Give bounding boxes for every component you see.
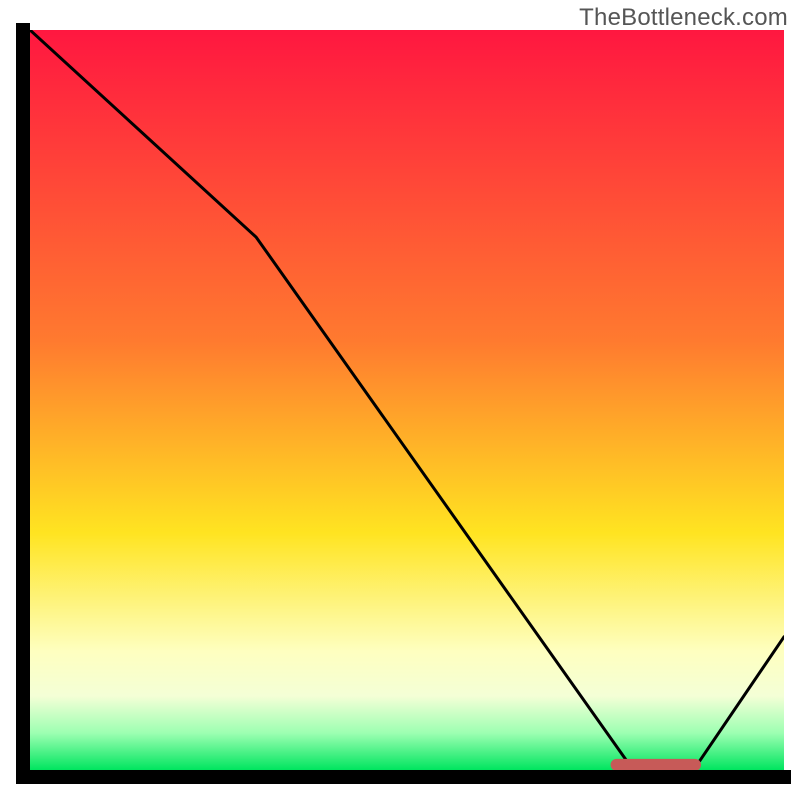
plot-background bbox=[30, 30, 784, 770]
bottleneck-chart bbox=[0, 0, 800, 800]
watermark-text: TheBottleneck.com bbox=[579, 4, 788, 32]
chart-stage: TheBottleneck.com bbox=[0, 0, 800, 800]
optimal-range-marker bbox=[611, 759, 701, 771]
